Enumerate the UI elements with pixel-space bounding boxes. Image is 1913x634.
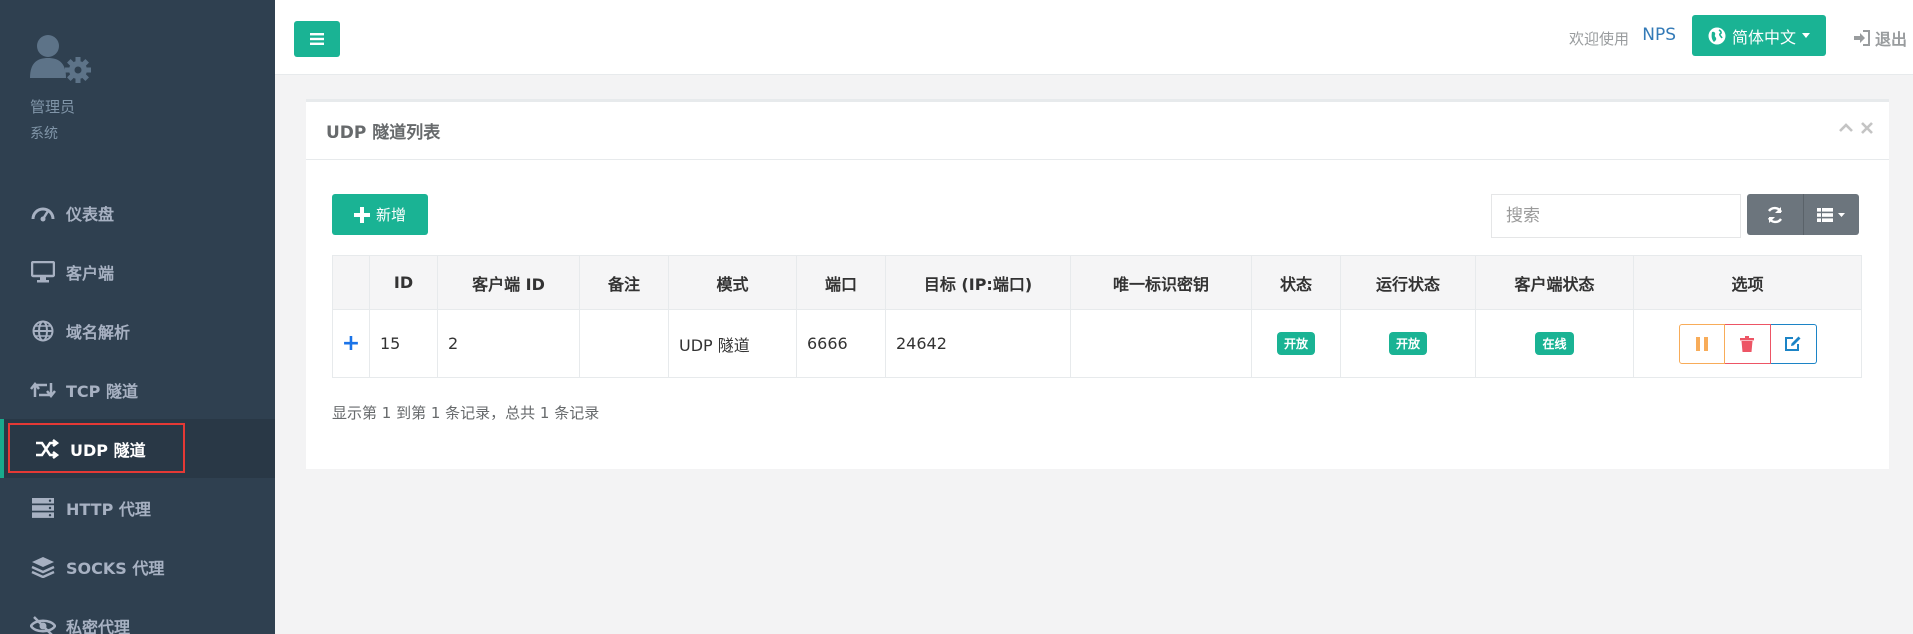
panel-tools <box>1839 122 1873 134</box>
sidebar-item-label: 私密代理 <box>66 617 131 634</box>
profile-role: 系统 <box>30 126 58 142</box>
column-header <box>332 255 370 310</box>
random-icon <box>34 438 60 460</box>
add-button-label: 新增 <box>375 206 406 224</box>
plus-icon <box>353 206 370 223</box>
sidebar-toggle-button[interactable] <box>294 21 340 57</box>
sidebar-item-label: 客户端 <box>66 263 115 283</box>
pause-button[interactable] <box>1678 323 1725 364</box>
chevron-up-icon[interactable] <box>1839 122 1853 132</box>
table-row: + 15 2 UDP 隧道 6666 24642 开放 开放 在线 <box>332 309 1862 378</box>
server-icon <box>30 497 56 519</box>
id-cell: 15 <box>369 309 438 378</box>
status-cell: 开放 <box>1251 309 1341 378</box>
desktop-icon <box>30 260 56 283</box>
globe-icon <box>1708 27 1726 44</box>
sidebar-item-clients[interactable]: 客户端 <box>0 242 275 301</box>
column-header[interactable]: 唯一标识密钥 <box>1070 255 1252 310</box>
options-cell <box>1633 309 1862 378</box>
search-input[interactable] <box>1491 194 1741 238</box>
logout-label: 退出 <box>1874 30 1907 49</box>
expand-cell[interactable]: + <box>332 309 370 378</box>
table-toolbar <box>1747 194 1859 235</box>
sidebar-item-domain[interactable]: 域名解析 <box>0 301 275 360</box>
status-badge: 开放 <box>1276 332 1315 355</box>
port-cell: 6666 <box>796 309 886 378</box>
sidebar-item-dashboard[interactable]: 仪表盘 <box>0 183 275 242</box>
pagination-info: 显示第 1 到第 1 条记录，总共 1 条记录 <box>332 404 600 422</box>
language-dropdown[interactable]: 简体中文 <box>1692 15 1826 56</box>
language-label: 简体中文 <box>1732 27 1797 47</box>
add-button[interactable]: 新增 <box>332 194 428 235</box>
column-header[interactable]: 客户端 ID <box>437 255 580 310</box>
sidebar-item-label: SOCKS 代理 <box>66 558 165 578</box>
brand-link[interactable]: NPS <box>1642 25 1676 45</box>
caret-down-icon <box>1802 33 1811 38</box>
refresh-button[interactable] <box>1747 194 1803 235</box>
sidebar-item-udp[interactable]: UDP 隧道 <box>0 419 275 478</box>
column-header[interactable]: 运行状态 <box>1340 255 1476 310</box>
client-status-cell: 在线 <box>1475 309 1634 378</box>
profile: 管理员 系统 <box>30 34 96 143</box>
sidebar-item-label: 仪表盘 <box>66 204 115 224</box>
column-header[interactable]: ID <box>369 255 438 310</box>
tunnel-table: ID 客户端 ID 备注 模式 端口 目标 (IP:端口) 唯一标识密钥 状态 … <box>332 255 1862 378</box>
column-header[interactable]: 目标 (IP:端口) <box>885 255 1071 310</box>
th-list-icon <box>1817 207 1846 222</box>
sidebar-item-label: HTTP 代理 <box>66 499 151 519</box>
layers-icon <box>30 556 56 578</box>
user-settings-icon <box>30 34 96 90</box>
sign-in-icon <box>1853 30 1870 46</box>
sidebar-item-http[interactable]: HTTP 代理 <box>0 478 275 537</box>
refresh-icon <box>1767 206 1782 223</box>
panel-title: UDP 隧道列表 <box>326 123 441 143</box>
edit-icon <box>1785 336 1801 351</box>
logout-button[interactable]: 退出 <box>1853 26 1907 50</box>
client-status-badge: 在线 <box>1535 332 1574 355</box>
welcome-text: 欢迎使用 <box>1568 30 1629 48</box>
column-header[interactable]: 端口 <box>796 255 886 310</box>
retweet-icon <box>30 379 56 401</box>
column-header[interactable]: 模式 <box>668 255 797 310</box>
run-status-cell: 开放 <box>1340 309 1476 378</box>
column-header: 选项 <box>1633 255 1862 310</box>
profile-name: 管理员 <box>30 98 76 116</box>
trash-icon <box>1740 335 1754 352</box>
key-cell <box>1070 309 1252 378</box>
sidebar-item-label: TCP 隧道 <box>66 381 138 401</box>
sidebar-item-label: 域名解析 <box>66 322 131 342</box>
bars-icon <box>310 33 324 45</box>
remark-cell <box>579 309 669 378</box>
column-header[interactable]: 客户端状态 <box>1475 255 1634 310</box>
dashboard-icon <box>30 202 56 224</box>
sidebar-item-secret[interactable]: 私密代理 <box>0 596 275 634</box>
columns-toggle-button[interactable] <box>1802 194 1860 235</box>
target-cell: 24642 <box>885 309 1071 378</box>
edit-button[interactable] <box>1770 323 1817 364</box>
sidebar-item-tcp[interactable]: TCP 隧道 <box>0 360 275 419</box>
column-header[interactable]: 备注 <box>579 255 669 310</box>
globe-icon <box>30 320 56 342</box>
sidebar-nav: 仪表盘 客户端 域名解析 TCP 隧道 UDP 隧道 HTTP 代理 SOCKS… <box>0 183 275 634</box>
close-icon[interactable] <box>1861 122 1873 134</box>
delete-button[interactable] <box>1724 323 1771 364</box>
sidebar: 管理员 系统 仪表盘 客户端 域名解析 TCP 隧道 UDP 隧道 HTTP 代… <box>0 0 275 634</box>
row-actions <box>1678 323 1817 364</box>
mode-cell: UDP 隧道 <box>668 309 797 378</box>
udp-tunnel-panel: UDP 隧道列表 新增 ID 客户端 ID 备注 模式 端口 目标 (IP:端口… <box>306 99 1889 469</box>
panel-header: UDP 隧道列表 <box>306 102 1889 160</box>
column-header[interactable]: 状态 <box>1251 255 1341 310</box>
eye-slash-icon <box>30 615 56 634</box>
pause-icon <box>1695 336 1708 351</box>
sidebar-item-label: UDP 隧道 <box>70 440 146 460</box>
client-id-cell: 2 <box>437 309 580 378</box>
run-status-badge: 开放 <box>1388 332 1427 355</box>
table-header-row: ID 客户端 ID 备注 模式 端口 目标 (IP:端口) 唯一标识密钥 状态 … <box>332 255 1862 310</box>
expand-icon[interactable]: + <box>342 331 360 356</box>
sidebar-item-socks[interactable]: SOCKS 代理 <box>0 537 275 596</box>
top-navbar: 欢迎使用 NPS 简体中文 退出 <box>275 0 1913 75</box>
